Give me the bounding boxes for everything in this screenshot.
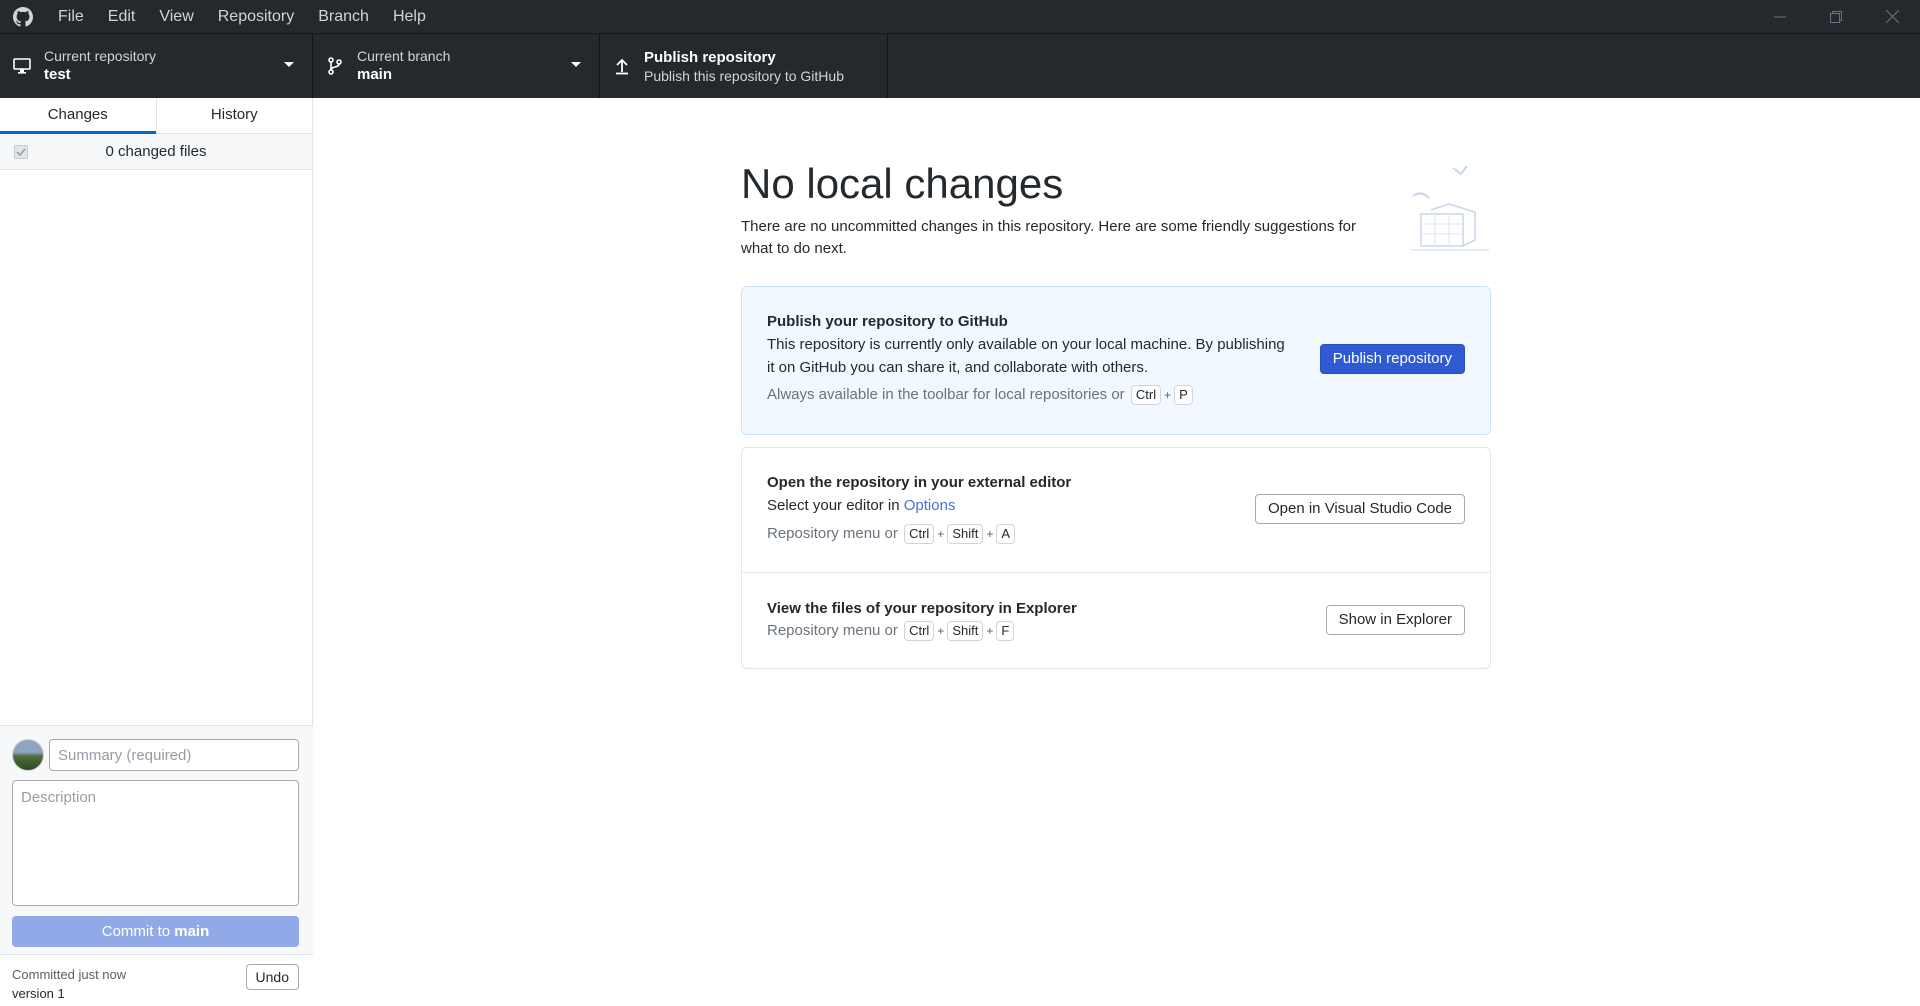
minimize-button[interactable] [1752,0,1808,33]
actions-card: Open the repository in your external edi… [741,447,1491,669]
sidebar-tabs: Changes History [0,98,312,134]
main-panel: No local changes There are no uncommitte… [314,98,1920,1006]
sidebar: Changes History 0 changed files Commit t… [0,98,313,1006]
kbd-ctrl: Ctrl [904,621,935,641]
commit-button-branch: main [174,923,210,940]
summary-input[interactable] [49,739,299,771]
tab-history[interactable]: History [157,98,313,133]
select-all-checkbox[interactable] [14,145,28,159]
publish-card-hint: Always available in the toolbar for loca… [767,384,1465,406]
last-commit-label: Committed just now [12,967,127,982]
changes-header: 0 changed files [0,134,312,170]
check-icon [16,148,26,156]
page-title: No local changes [741,160,1064,207]
menu-view[interactable]: View [147,0,205,33]
publish-subtitle: Publish this repository to GitHub [644,67,844,84]
commit-button-prefix: Commit to [101,923,175,940]
restore-button[interactable] [1808,0,1864,33]
publish-card-title: Publish your repository to GitHub [767,313,1008,330]
publish-card-description: This repository is currently only availa… [767,336,1285,376]
editor-desc-prefix: Select your editor in [767,497,904,514]
close-icon [1885,10,1899,23]
kbd-p: P [1174,385,1193,405]
close-window-button[interactable] [1864,0,1920,33]
repo-label: Current repository [44,48,157,64]
menu-bar: File Edit View Repository Branch Help [46,0,438,33]
minimize-icon [1774,16,1786,17]
kbd-ctrl: Ctrl [904,524,935,544]
menu-branch[interactable]: Branch [306,0,381,33]
options-link[interactable]: Options [904,497,956,514]
branch-name: main [357,66,393,83]
kbd-a: A [996,524,1016,544]
editor-card-hint: Repository menu or Ctrl + Shift + A [767,523,1465,545]
desktop-icon [0,58,44,74]
kbd-ctrl: Ctrl [1130,385,1162,405]
publish-repository-button[interactable]: Publish repository [1319,344,1465,374]
kbd-shift: Shift [947,524,984,544]
undo-button[interactable]: Undo [245,964,299,990]
window-controls [1752,0,1920,33]
empty-state-illustration-icon [1411,165,1489,251]
menu-help[interactable]: Help [381,0,438,33]
commit-button[interactable]: Commit to main [12,916,299,947]
description-input[interactable] [12,780,299,906]
git-branch-icon [313,57,357,75]
publish-hint-text: Always available in the toolbar for loca… [767,386,1125,403]
kbd-shift: Shift [947,621,984,641]
menu-edit[interactable]: Edit [96,0,148,33]
changed-files-count: 0 changed files [105,143,207,160]
show-in-explorer-button[interactable]: Show in Explorer [1325,605,1465,635]
publish-repository-toolbar-button[interactable]: Publish repository Publish this reposito… [600,34,888,98]
tab-changes[interactable]: Changes [0,98,157,134]
editor-card-title: Open the repository in your external edi… [767,474,1072,491]
publish-title: Publish repository [644,48,776,66]
editor-row: Open the repository in your external edi… [742,448,1490,572]
current-repository-dropdown[interactable]: Current repository test [0,34,313,98]
kbd-f: F [996,621,1015,641]
publish-card: Publish your repository to GitHub This r… [741,286,1491,435]
menu-file[interactable]: File [46,0,96,33]
last-commit-panel: Committed just now version 1 Undo [0,954,313,1006]
avatar [12,739,44,771]
branch-label: Current branch [357,48,451,64]
explorer-hint-text: Repository menu or [767,622,898,639]
upload-icon [600,57,644,75]
menu-repository[interactable]: Repository [206,0,306,33]
github-logo-icon [0,0,46,33]
no-changes-view: No local changes There are no uncommitte… [741,158,1491,669]
repo-name: test [44,66,71,83]
explorer-row: View the files of your repository in Exp… [742,573,1490,668]
page-lead: There are no uncommitted changes in this… [741,218,1357,257]
chevron-down-icon [571,62,581,67]
editor-hint-text: Repository menu or [767,525,898,542]
chevron-down-icon [284,62,294,67]
current-branch-dropdown[interactable]: Current branch main [313,34,600,98]
commit-message-area: Commit to main Committed just now versio… [0,725,313,1006]
toolbar: Current repository test Current branch m… [0,33,1920,98]
open-in-vscode-button[interactable]: Open in Visual Studio Code [1254,494,1465,524]
last-commit-message: version 1 [12,986,65,1001]
restore-icon [1830,10,1842,23]
title-bar: File Edit View Repository Branch Help [0,0,1920,33]
